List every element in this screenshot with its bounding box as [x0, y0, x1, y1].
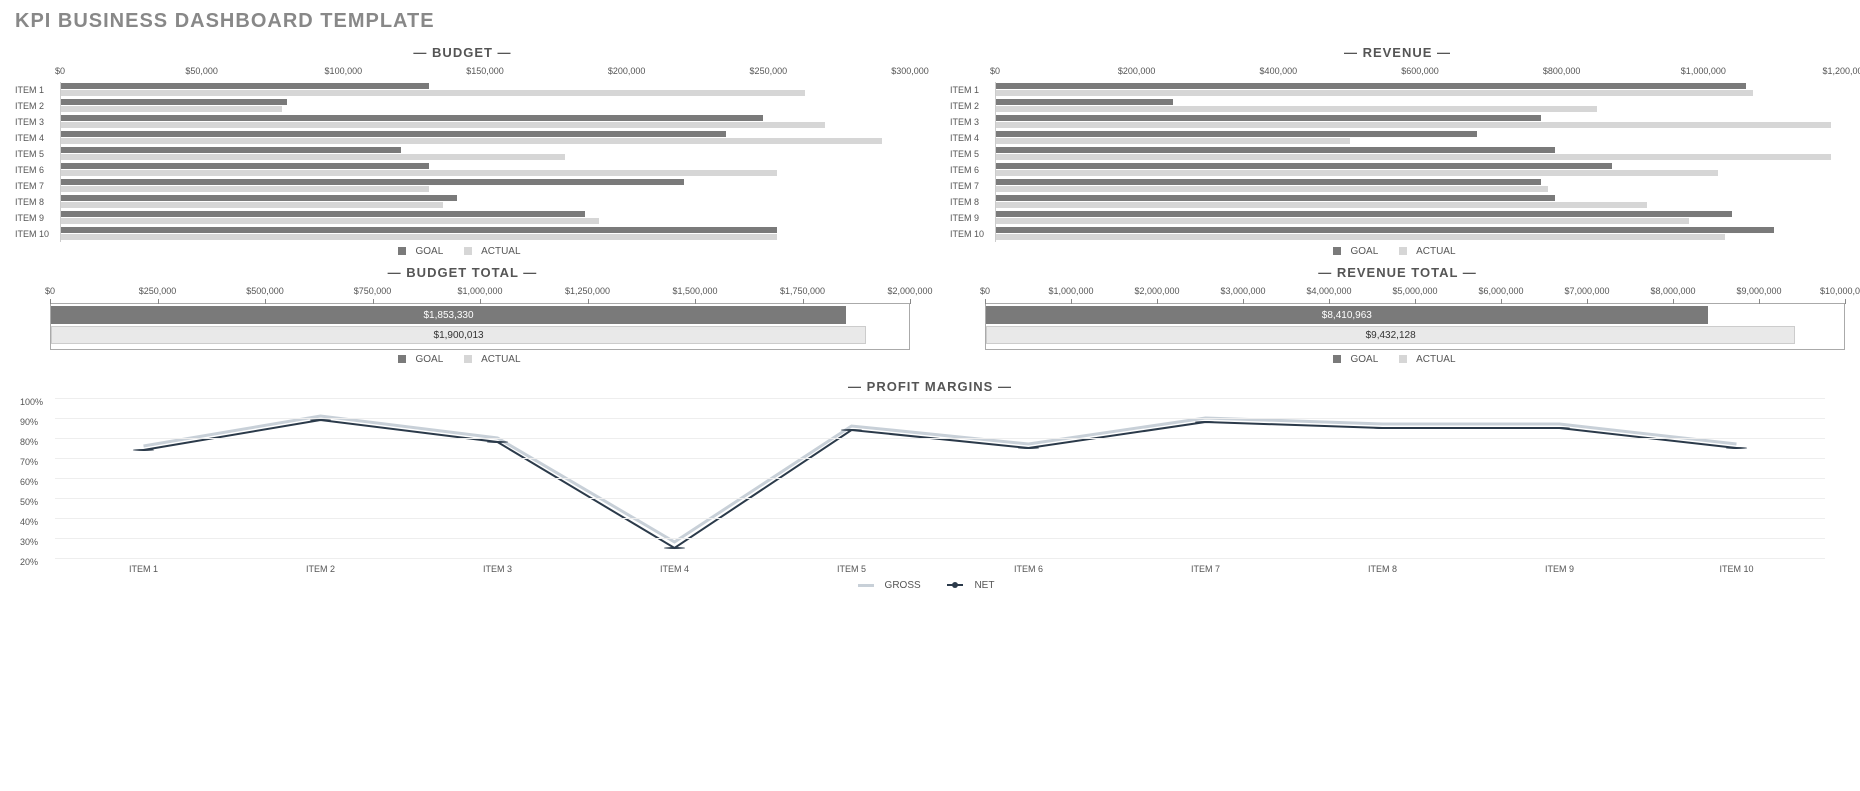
- hbar-row: ITEM 5: [950, 146, 1845, 162]
- hbar-row: ITEM 4: [950, 130, 1845, 146]
- revenue-total-chart: REVENUE TOTAL $0$1,000,000$2,000,000$3,0…: [950, 261, 1845, 369]
- hbar-row: ITEM 3: [950, 114, 1845, 130]
- hbar-row: ITEM 4: [15, 130, 910, 146]
- profit-margins-chart: PROFIT MARGINS 100%90%80%70%60%50%40%30%…: [15, 379, 1845, 591]
- budget-total-title: BUDGET TOTAL: [15, 265, 910, 280]
- profit-margins-legend: GROSS NET: [15, 580, 1845, 591]
- line-plot-area: 100%90%80%70%60%50%40%30%20%ITEM 1ITEM 2…: [55, 398, 1825, 558]
- budget-total-axis: $0$250,000$500,000$750,000$1,000,000$1,2…: [50, 284, 910, 304]
- hbar-row: ITEM 9: [15, 210, 910, 226]
- budget-total-chart: BUDGET TOTAL $0$250,000$500,000$750,000$…: [15, 261, 910, 369]
- budget-rows: ITEM 1ITEM 2ITEM 3ITEM 4ITEM 5ITEM 6ITEM…: [15, 82, 910, 242]
- hbar-row: ITEM 2: [15, 98, 910, 114]
- revenue-chart-title: REVENUE: [950, 45, 1845, 60]
- hbar-row: ITEM 10: [15, 226, 910, 242]
- hbar-row: ITEM 10: [950, 226, 1845, 242]
- revenue-total-legend: GOAL ACTUAL: [950, 354, 1845, 365]
- budget-x-axis: $0$50,000$100,000$150,000$200,000$250,00…: [60, 64, 910, 82]
- revenue-legend: GOAL ACTUAL: [950, 246, 1845, 257]
- budget-chart-title: BUDGET: [15, 45, 910, 60]
- revenue-chart: REVENUE $0$200,000$400,000$600,000$800,0…: [950, 41, 1845, 261]
- revenue-rows: ITEM 1ITEM 2ITEM 3ITEM 4ITEM 5ITEM 6ITEM…: [950, 82, 1845, 242]
- budget-total-bars: $1,853,330$1,900,013: [50, 304, 910, 350]
- budget-legend: GOAL ACTUAL: [15, 246, 910, 257]
- hbar-row: ITEM 5: [15, 146, 910, 162]
- page-title: KPI BUSINESS DASHBOARD TEMPLATE: [15, 10, 1845, 33]
- hbar-row: ITEM 1: [15, 82, 910, 98]
- hbar-row: ITEM 1: [950, 82, 1845, 98]
- hbar-row: ITEM 9: [950, 210, 1845, 226]
- revenue-x-axis: $0$200,000$400,000$600,000$800,000$1,000…: [995, 64, 1845, 82]
- hbar-row: ITEM 7: [15, 178, 910, 194]
- hbar-row: ITEM 7: [950, 178, 1845, 194]
- hbar-row: ITEM 6: [950, 162, 1845, 178]
- budget-chart: BUDGET $0$50,000$100,000$150,000$200,000…: [15, 41, 910, 261]
- revenue-total-title: REVENUE TOTAL: [950, 265, 1845, 280]
- hbar-row: ITEM 2: [950, 98, 1845, 114]
- hbar-row: ITEM 6: [15, 162, 910, 178]
- profit-margins-title: PROFIT MARGINS: [15, 379, 1845, 394]
- budget-total-legend: GOAL ACTUAL: [15, 354, 910, 365]
- hbar-row: ITEM 3: [15, 114, 910, 130]
- hbar-row: ITEM 8: [950, 194, 1845, 210]
- hbar-row: ITEM 8: [15, 194, 910, 210]
- revenue-total-bars: $8,410,963$9,432,128: [985, 304, 1845, 350]
- revenue-total-axis: $0$1,000,000$2,000,000$3,000,000$4,000,0…: [985, 284, 1845, 304]
